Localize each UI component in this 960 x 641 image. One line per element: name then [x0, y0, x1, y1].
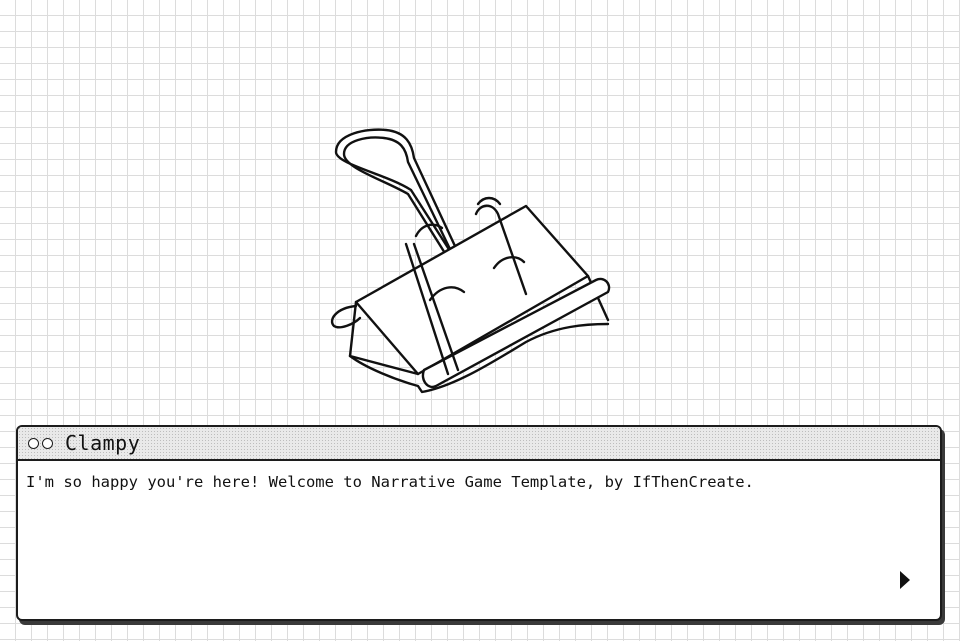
dialogue-header: Clampy	[18, 427, 940, 461]
dialogue-text: I'm so happy you're here! Welcome to Nar…	[26, 473, 754, 491]
circle-icon	[28, 437, 39, 449]
binder-clip-character	[330, 128, 611, 394]
circle-icon	[42, 437, 53, 449]
game-scene: Clampy I'm so happy you're here! Welcome…	[0, 0, 960, 641]
speaker-name: Clampy	[65, 431, 141, 455]
play-triangle-icon[interactable]	[900, 571, 910, 589]
window-dots	[28, 437, 53, 449]
dialogue-box[interactable]: Clampy I'm so happy you're here! Welcome…	[16, 425, 942, 621]
